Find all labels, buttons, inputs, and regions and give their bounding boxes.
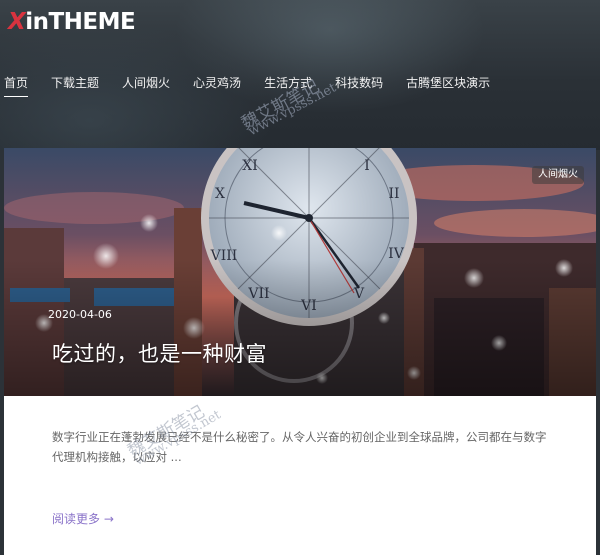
- nav-item-chicken-soup[interactable]: 心灵鸡汤: [193, 75, 241, 97]
- post-title[interactable]: 吃过的，也是一种财富: [52, 338, 267, 368]
- site-logo[interactable]: XinTHEME: [8, 8, 136, 36]
- nav-item-download-themes[interactable]: 下载主题: [51, 75, 99, 97]
- post-excerpt: 数字行业正在蓬勃发展已经不是什么秘密了。从令人兴奋的初创企业到全球品牌，公司都在…: [52, 430, 547, 464]
- logo-accent-letter: X: [8, 9, 26, 35]
- nav-item-tech-digital[interactable]: 科技数码: [335, 75, 383, 97]
- nav-item-human-fireworks[interactable]: 人间烟火: [122, 75, 170, 97]
- nav-item-lifestyle[interactable]: 生活方式: [264, 75, 312, 97]
- category-badge[interactable]: 人间烟火: [532, 166, 584, 184]
- main-nav: 首页 下载主题 人间烟火 心灵鸡汤 生活方式 科技数码 古腾堡区块演示: [4, 75, 513, 97]
- post-hero-image[interactable]: XII I II IV V VI VII VIII X XI: [4, 148, 596, 396]
- logo-text: inTHEME: [25, 9, 136, 35]
- nav-item-home[interactable]: 首页: [4, 75, 29, 97]
- nav-item-gutenberg-demo[interactable]: 古腾堡区块演示: [406, 75, 490, 97]
- post-date: 2020-04-06: [48, 308, 112, 321]
- post-card: XII I II IV V VI VII VIII X XI: [4, 148, 596, 555]
- read-more-link[interactable]: 阅读更多 →: [52, 510, 114, 527]
